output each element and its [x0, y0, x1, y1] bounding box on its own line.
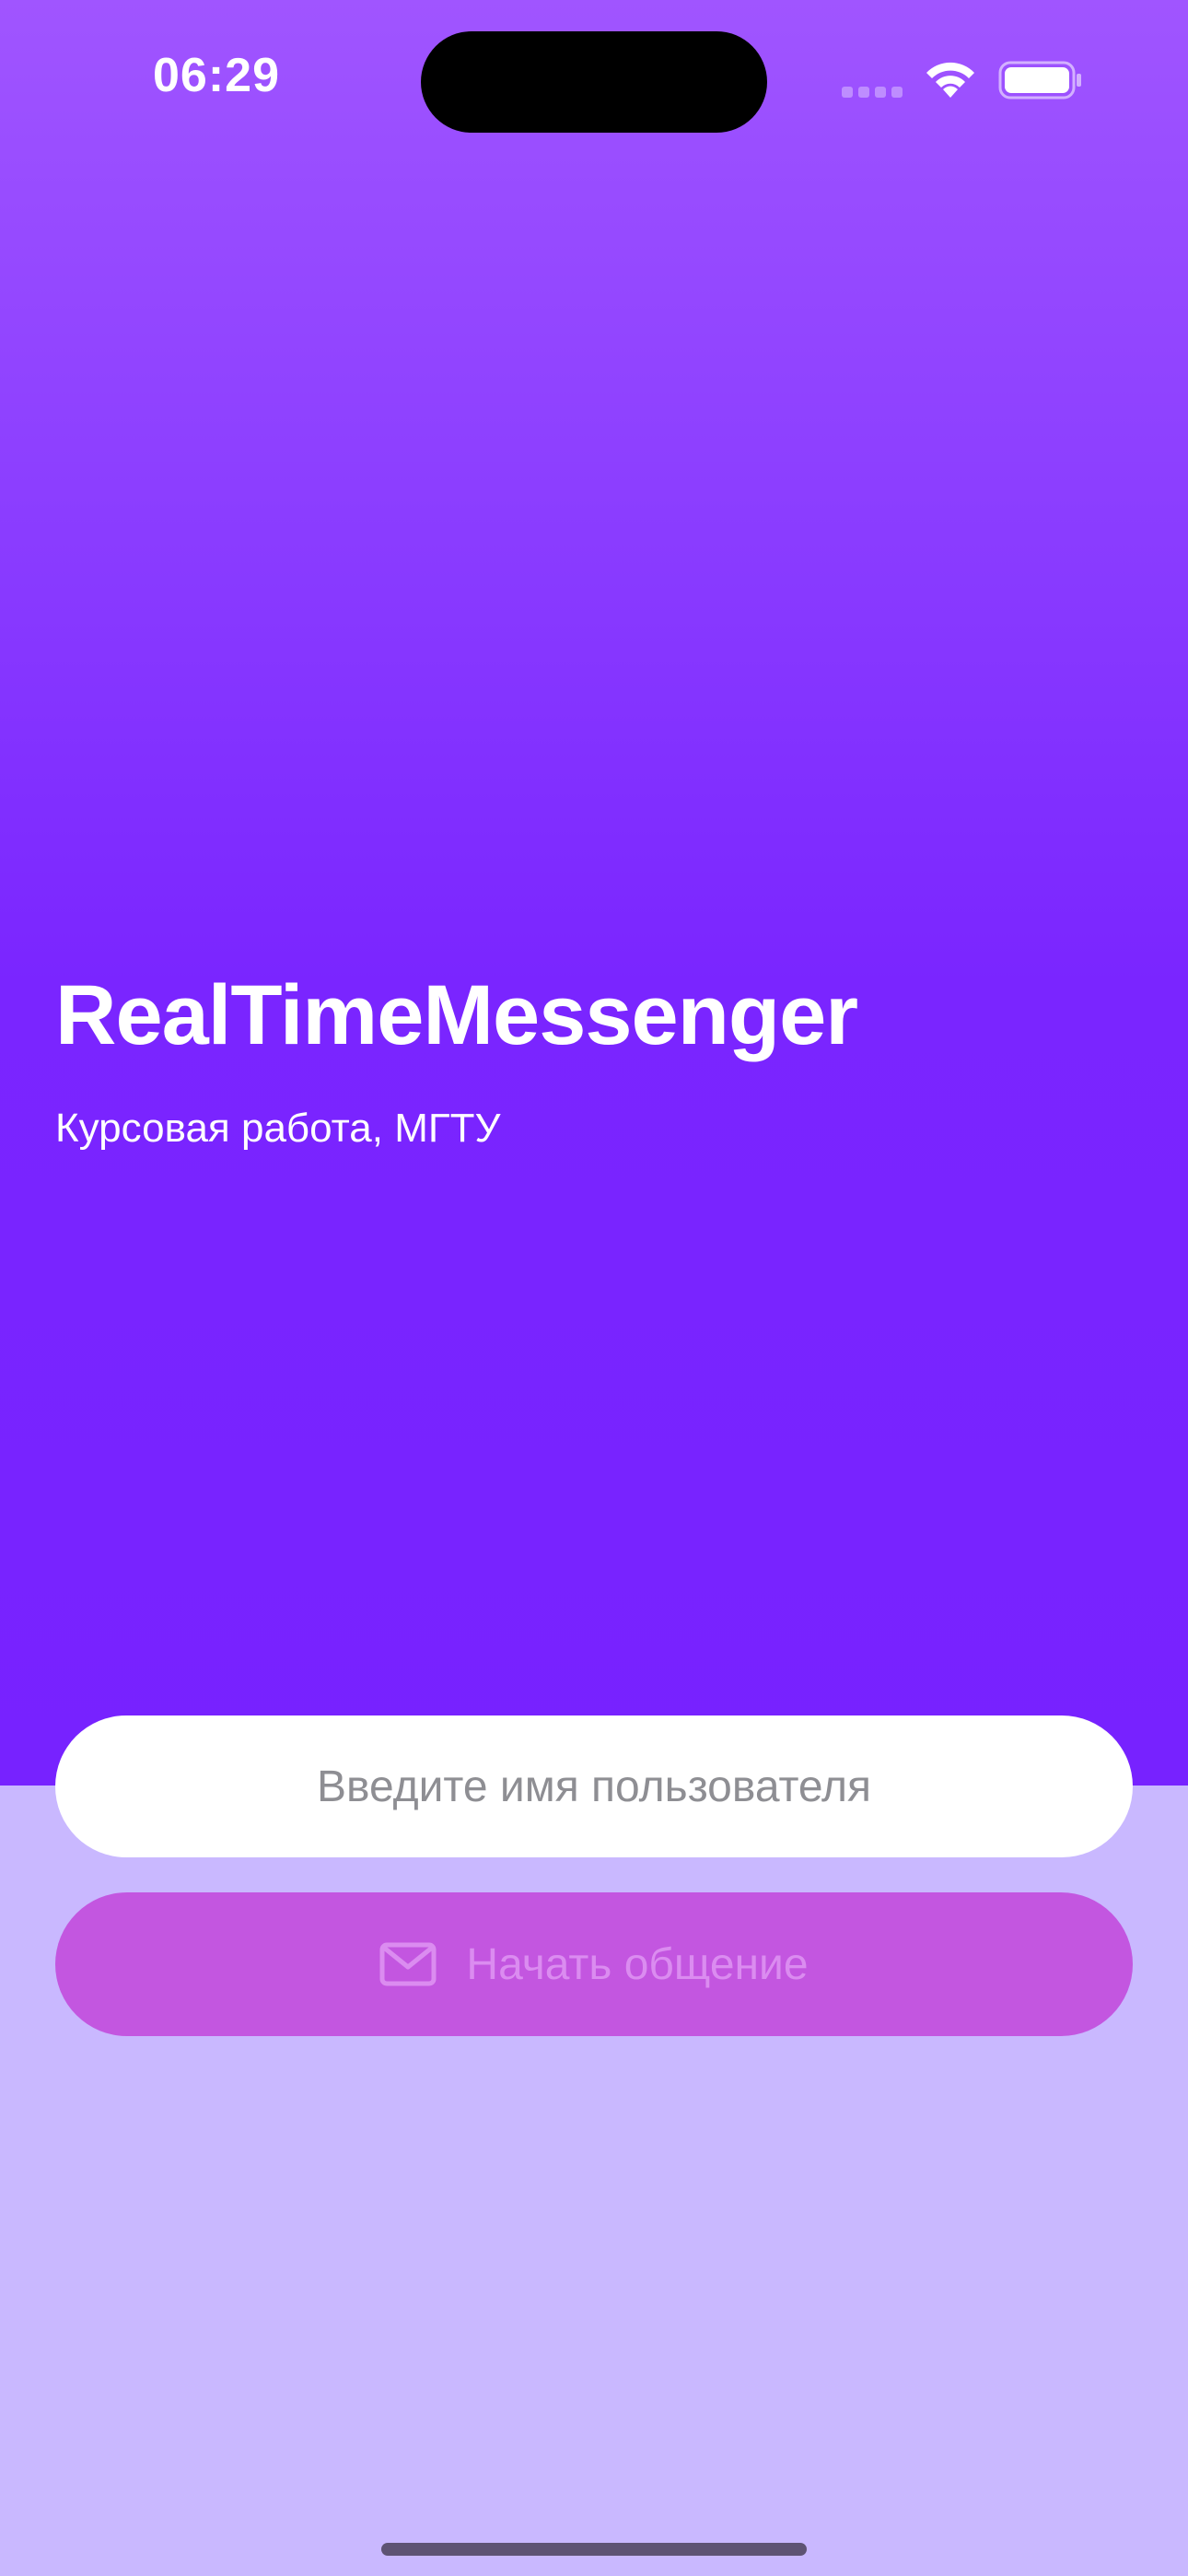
- battery-icon: [998, 61, 1081, 100]
- username-input[interactable]: [55, 1715, 1133, 1857]
- signal-icon: [842, 87, 904, 98]
- app-subtitle: Курсовая работа, МГТУ: [55, 1106, 501, 1151]
- app-title: RealTimeMessenger: [55, 968, 858, 1062]
- start-chat-button[interactable]: Начать общение: [55, 1892, 1133, 2036]
- dynamic-island: [421, 31, 767, 133]
- envelope-icon: [379, 1942, 437, 1986]
- hero-gradient-background: [0, 0, 1188, 1786]
- wifi-icon: [926, 62, 974, 98]
- start-chat-button-label: Начать общение: [466, 1939, 809, 1989]
- status-time: 06:29: [153, 49, 280, 102]
- home-indicator[interactable]: [381, 2543, 807, 2556]
